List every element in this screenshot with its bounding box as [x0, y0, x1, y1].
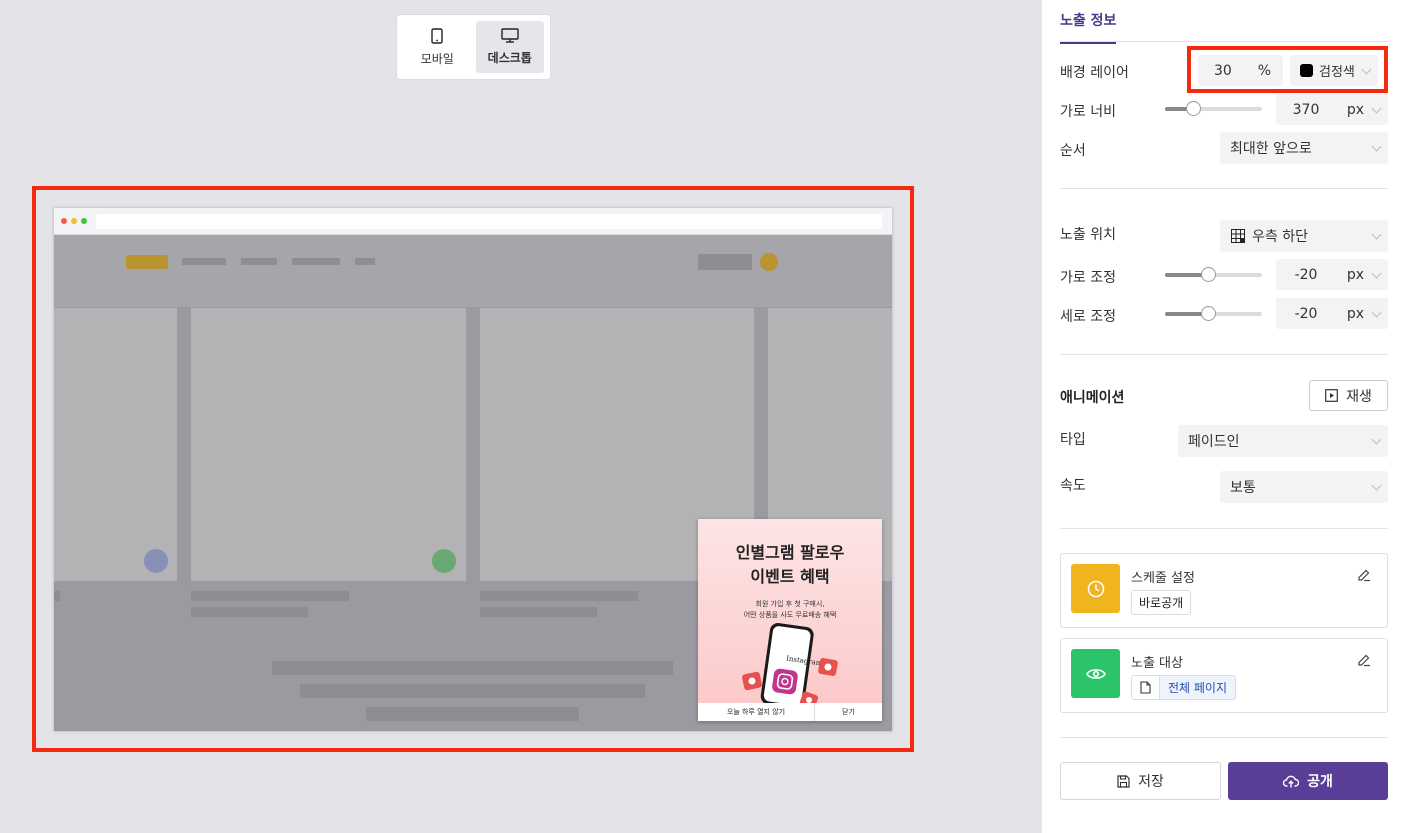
animation-label: 애니메이션 [1060, 390, 1125, 406]
v-offset-label: 세로 조정 [1060, 309, 1116, 325]
chevron-down-icon [1361, 64, 1372, 75]
file-icon [1132, 676, 1160, 699]
width-slider[interactable] [1165, 101, 1262, 116]
target-tag: 전체 페이지 [1131, 675, 1237, 700]
avatar-skeleton [432, 549, 456, 573]
browser-mockup: 인별그램 팔로우 이벤트 혜택 회원 가입 후 첫 구매시, 어떤 상품을 사도… [54, 208, 892, 731]
position-label: 노출 위치 [1060, 227, 1116, 243]
chevron-down-icon [1371, 229, 1382, 240]
chevron-down-icon [1371, 268, 1382, 279]
mobile-label: 모바일 [420, 51, 454, 66]
play-icon [1325, 389, 1339, 402]
speed-select[interactable]: 보통 [1220, 471, 1388, 503]
play-button[interactable]: 재생 [1309, 380, 1388, 411]
schedule-card: 스케줄 설정 바로공개 [1060, 553, 1388, 628]
target-card: 노출 대상 전체 페이지 [1060, 638, 1388, 713]
popup-title: 인별그램 팔로우 이벤트 혜택 [735, 543, 845, 586]
chevron-down-icon [1371, 480, 1382, 491]
popup-close-link[interactable]: 닫기 [815, 703, 882, 721]
save-icon [1117, 774, 1130, 788]
target-icon-box [1071, 649, 1120, 698]
avatar-skeleton [144, 549, 168, 573]
desktop-view-button[interactable]: 데스크톱 [475, 21, 544, 73]
desktop-label: 데스크톱 [487, 51, 532, 65]
desktop-icon [501, 28, 519, 43]
publish-button[interactable]: 공개 [1228, 762, 1388, 800]
clock-icon [1087, 580, 1104, 597]
tab-exposure-info[interactable]: 노출 정보 [1060, 10, 1117, 44]
popup-footer: 오늘 하루 열지 않기 닫기 [698, 703, 882, 721]
site-header-skeleton [54, 235, 892, 307]
edit-icon[interactable] [1357, 568, 1371, 582]
url-bar [96, 214, 882, 229]
settings-panel: 노출 정보 배경 레이어 30 % 검정색 가로 너비 370 px 순서 최대… [1042, 0, 1404, 833]
width-label: 가로 너비 [1060, 104, 1116, 120]
preview-area: 모바일 데스크톱 인별그램 팔로우 이벤트 혜택 회원 가입 후 첫 구매시, … [0, 0, 1042, 833]
order-select[interactable]: 최대한 앞으로 [1220, 132, 1388, 164]
mobile-icon [431, 27, 443, 44]
browser-bar [54, 208, 892, 235]
mobile-view-button[interactable]: 모바일 [403, 21, 472, 73]
h-offset-label: 가로 조정 [1060, 270, 1116, 286]
v-offset-input[interactable]: -20 px [1276, 298, 1388, 329]
chevron-down-icon [1371, 307, 1382, 318]
width-input[interactable]: 370 px [1276, 94, 1388, 125]
type-label: 타입 [1060, 432, 1086, 448]
grid-icon [1231, 229, 1245, 243]
schedule-tag: 바로공개 [1131, 590, 1192, 615]
target-title: 노출 대상 [1131, 656, 1183, 671]
eye-icon [1085, 668, 1106, 679]
order-label: 순서 [1060, 143, 1086, 159]
save-button[interactable]: 저장 [1060, 762, 1221, 800]
edit-icon[interactable] [1357, 653, 1371, 667]
dont-show-today-link[interactable]: 오늘 하루 열지 않기 [698, 703, 815, 721]
schedule-icon-box [1071, 564, 1120, 613]
h-offset-input[interactable]: -20 px [1276, 259, 1388, 290]
chevron-down-icon [1371, 141, 1382, 152]
speed-label: 속도 [1060, 478, 1086, 494]
popup-preview: 인별그램 팔로우 이벤트 혜택 회원 가입 후 첫 구매시, 어떤 상품을 사도… [698, 519, 882, 721]
logo-skeleton [126, 255, 168, 269]
h-offset-slider[interactable] [1165, 267, 1262, 282]
chevron-down-icon [1371, 103, 1382, 114]
v-offset-slider[interactable] [1165, 306, 1262, 321]
chevron-down-icon [1371, 434, 1382, 445]
device-toggle: 모바일 데스크톱 [396, 14, 551, 80]
position-select[interactable]: 우측 하단 [1220, 220, 1388, 252]
background-color-select[interactable]: 검정색 [1290, 55, 1378, 86]
background-opacity-input[interactable]: 30 % [1198, 55, 1283, 86]
type-select[interactable]: 페이드인 [1178, 425, 1388, 457]
schedule-title: 스케줄 설정 [1131, 571, 1195, 586]
background-layer-label: 배경 레이어 [1060, 65, 1129, 81]
cloud-upload-icon [1283, 775, 1300, 787]
phone-illustration: Instagram [742, 623, 838, 705]
color-swatch [1300, 64, 1313, 77]
